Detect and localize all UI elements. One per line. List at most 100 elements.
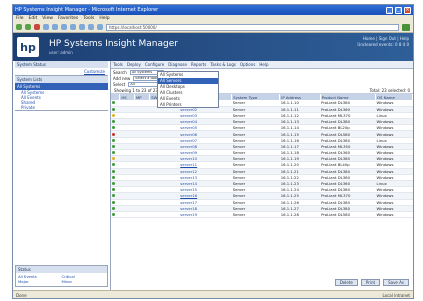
- tab-configure[interactable]: Configure: [145, 62, 164, 67]
- table-cell: [119, 211, 135, 219]
- table-cell: [149, 211, 166, 219]
- status-dot-icon: [112, 169, 115, 173]
- status-dot-icon: [112, 200, 115, 204]
- table-cell: Windows: [375, 211, 413, 219]
- back-icon[interactable]: [16, 24, 22, 30]
- menu-bar: File Edit View Favorites Tools Help: [13, 15, 413, 22]
- status-dot-icon: [112, 132, 115, 136]
- status-dot-icon: [112, 126, 115, 130]
- selector-1-label: Search: [113, 69, 127, 75]
- status-grid: All Events Critical Major Minor: [16, 273, 107, 285]
- browser-window: HP Systems Insight Manager - Microsoft I…: [12, 4, 414, 299]
- status-dot-icon: [112, 163, 115, 167]
- system-lists-title: System Lists: [15, 76, 108, 83]
- status-dot-icon: [112, 151, 115, 155]
- table-cell: [165, 211, 180, 219]
- status-minor[interactable]: Minor: [62, 279, 106, 284]
- status-dot-icon: [112, 182, 115, 186]
- tab-diagnose[interactable]: Diagnose: [168, 62, 187, 67]
- status-right: Local intranet: [382, 292, 410, 298]
- browser-toolbar: https://localhost:50000/: [13, 22, 413, 33]
- sidebar: System Status Customize System Lists All…: [13, 61, 111, 290]
- home-icon[interactable]: [52, 24, 58, 30]
- customize-link[interactable]: Customize: [15, 68, 108, 75]
- status-dot-icon: [112, 194, 115, 198]
- status-major[interactable]: Major: [18, 279, 62, 284]
- table-cell: ProLiant DL580: [320, 211, 376, 219]
- save-as-button[interactable]: Save As: [383, 279, 409, 286]
- status-dot-icon: [112, 188, 115, 192]
- system-lists-panel: System Lists All Systems All Systems All…: [15, 76, 108, 111]
- status-bar: Done Local intranet: [13, 290, 413, 298]
- forward-icon[interactable]: [25, 24, 31, 30]
- status-left: Done: [16, 292, 27, 298]
- menu-edit[interactable]: Edit: [29, 16, 38, 21]
- status-dot-icon: [112, 101, 115, 105]
- main-area: System Status Customize System Lists All…: [13, 61, 413, 290]
- maximize-button[interactable]: □: [395, 6, 402, 14]
- dropdown-menu: All Systems All Servers All Desktops All…: [157, 71, 219, 108]
- delete-button[interactable]: Delete: [334, 279, 358, 286]
- uncleared-events: Uncleared events: 0 8 4 0: [357, 42, 409, 47]
- menu-tools[interactable]: Tools: [83, 16, 94, 21]
- all-systems-header[interactable]: All Systems: [15, 83, 108, 90]
- status-dot-icon: [112, 113, 115, 117]
- app-name: HP Systems Insight Manager: [49, 39, 178, 49]
- status-summary-panel: Status All Events Critical Major Minor: [15, 265, 108, 287]
- refresh-icon[interactable]: [43, 24, 49, 30]
- tab-reports[interactable]: Reports: [191, 62, 206, 67]
- history-icon[interactable]: [79, 24, 85, 30]
- system-name-link[interactable]: server19: [179, 211, 232, 219]
- dropdown-item[interactable]: All Printers: [158, 102, 218, 108]
- tab-deploy[interactable]: Deploy: [127, 62, 141, 67]
- status-dot-icon: [112, 206, 115, 210]
- address-bar[interactable]: https://localhost:50000/: [106, 23, 399, 31]
- hp-logo: hp: [17, 37, 39, 57]
- status-dot-icon: [112, 120, 115, 124]
- status-dot-icon: [112, 212, 115, 216]
- user-label: user: admin: [49, 50, 73, 55]
- favorites-icon[interactable]: [70, 24, 76, 30]
- status-dot-icon: [112, 175, 115, 179]
- selector-2-label: Add new: [113, 75, 131, 81]
- tab-tasks-logs[interactable]: Tasks & Logs: [210, 62, 236, 67]
- status-title: Status: [16, 266, 107, 273]
- table-cell: Server: [231, 211, 280, 219]
- menu-favorites[interactable]: Favorites: [58, 16, 78, 21]
- search-icon[interactable]: [61, 24, 67, 30]
- stop-icon[interactable]: [34, 24, 40, 30]
- menu-help[interactable]: Help: [99, 16, 109, 21]
- menu-view[interactable]: View: [42, 16, 53, 21]
- mail-icon[interactable]: [88, 24, 94, 30]
- tab-bar: Tools Deploy Configure Diagnose Reports …: [111, 61, 413, 69]
- close-button[interactable]: ×: [404, 6, 411, 14]
- brand: HP Systems Insight Manager user: admin: [49, 39, 178, 55]
- content-pane: Tools Deploy Configure Diagnose Reports …: [111, 61, 413, 290]
- status-dot-icon: [112, 107, 115, 111]
- print-button[interactable]: Print: [360, 279, 381, 286]
- tab-tools[interactable]: Tools: [113, 62, 123, 67]
- status-cell: [111, 211, 120, 219]
- title-bar: HP Systems Insight Manager - Microsoft I…: [13, 5, 413, 15]
- table-cell: [134, 211, 150, 219]
- window-title: HP Systems Insight Manager - Microsoft I…: [15, 7, 159, 13]
- system-status-title: System Status: [15, 61, 108, 68]
- status-dot-icon: [112, 144, 115, 148]
- app-banner: hp HP Systems Insight Manager user: admi…: [13, 33, 413, 61]
- sidebar-item-private[interactable]: Private: [15, 105, 108, 110]
- system-status-panel: System Status Customize: [15, 61, 108, 76]
- tab-options[interactable]: Options: [240, 62, 255, 67]
- table-row[interactable]: server19 Server 16.1.1.28 ProLiant DL580 Win…: [111, 211, 413, 219]
- selector-3-label: Select: [113, 81, 126, 87]
- menu-file[interactable]: File: [16, 16, 24, 21]
- go-button[interactable]: [402, 23, 410, 31]
- status-dot-icon: [112, 157, 115, 161]
- banner-right: Home | Sign Out | Help Uncleared events:…: [259, 36, 409, 48]
- info-right: Total: 23 selected: 0: [369, 87, 410, 93]
- minimize-button[interactable]: _: [386, 6, 393, 14]
- table-cell: 16.1.1.28: [279, 211, 321, 219]
- status-dot-icon: [112, 138, 115, 142]
- print-icon[interactable]: [97, 24, 103, 30]
- tab-help[interactable]: Help: [259, 62, 268, 67]
- footer-buttons: Delete Print Save As: [334, 279, 409, 286]
